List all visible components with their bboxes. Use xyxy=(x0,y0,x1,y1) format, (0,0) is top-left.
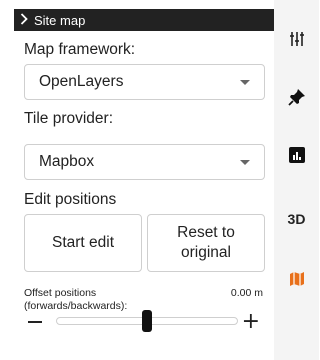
chart-icon xyxy=(288,147,305,163)
minus-icon[interactable] xyxy=(28,321,42,323)
start-edit-button[interactable]: Start edit xyxy=(24,214,142,272)
panel-header[interactable]: Site map xyxy=(14,9,274,31)
sliders-icon xyxy=(289,31,305,47)
plus-icon[interactable]: + xyxy=(242,311,260,333)
sidebar-item-pin[interactable] xyxy=(274,68,319,126)
tile-provider-value: Mapbox xyxy=(39,153,95,170)
sidebar: 3D xyxy=(274,0,319,360)
sidebar-item-map[interactable] xyxy=(274,250,319,308)
panel-title: Site map xyxy=(34,12,86,28)
tile-provider-label: Tile provider: xyxy=(24,110,114,127)
sidebar-item-settings[interactable] xyxy=(274,10,319,68)
map-framework-value: OpenLayers xyxy=(39,73,124,90)
dropdown-caret-icon xyxy=(240,80,250,85)
chevron-right-icon xyxy=(20,13,28,27)
site-map-panel: Site map Map framework: OpenLayers Tile … xyxy=(14,9,274,360)
map-framework-select[interactable]: OpenLayers xyxy=(24,64,265,100)
tile-provider-select[interactable]: Mapbox xyxy=(24,144,265,180)
reset-to-original-button[interactable]: Reset to original xyxy=(147,214,265,272)
offset-label: Offset positions (forwards/backwards): xyxy=(24,287,128,312)
sidebar-item-chart[interactable] xyxy=(274,126,319,184)
dropdown-caret-icon xyxy=(240,160,250,165)
edit-positions-label: Edit positions xyxy=(24,191,117,208)
map-framework-label: Map framework: xyxy=(24,41,136,58)
pin-icon xyxy=(287,88,306,106)
three-d-label: 3D xyxy=(287,211,306,227)
offset-slider-thumb[interactable] xyxy=(142,310,152,332)
sidebar-item-3d[interactable]: 3D xyxy=(274,190,319,248)
map-icon xyxy=(289,271,305,287)
offset-value: 0.00 m xyxy=(230,287,263,299)
